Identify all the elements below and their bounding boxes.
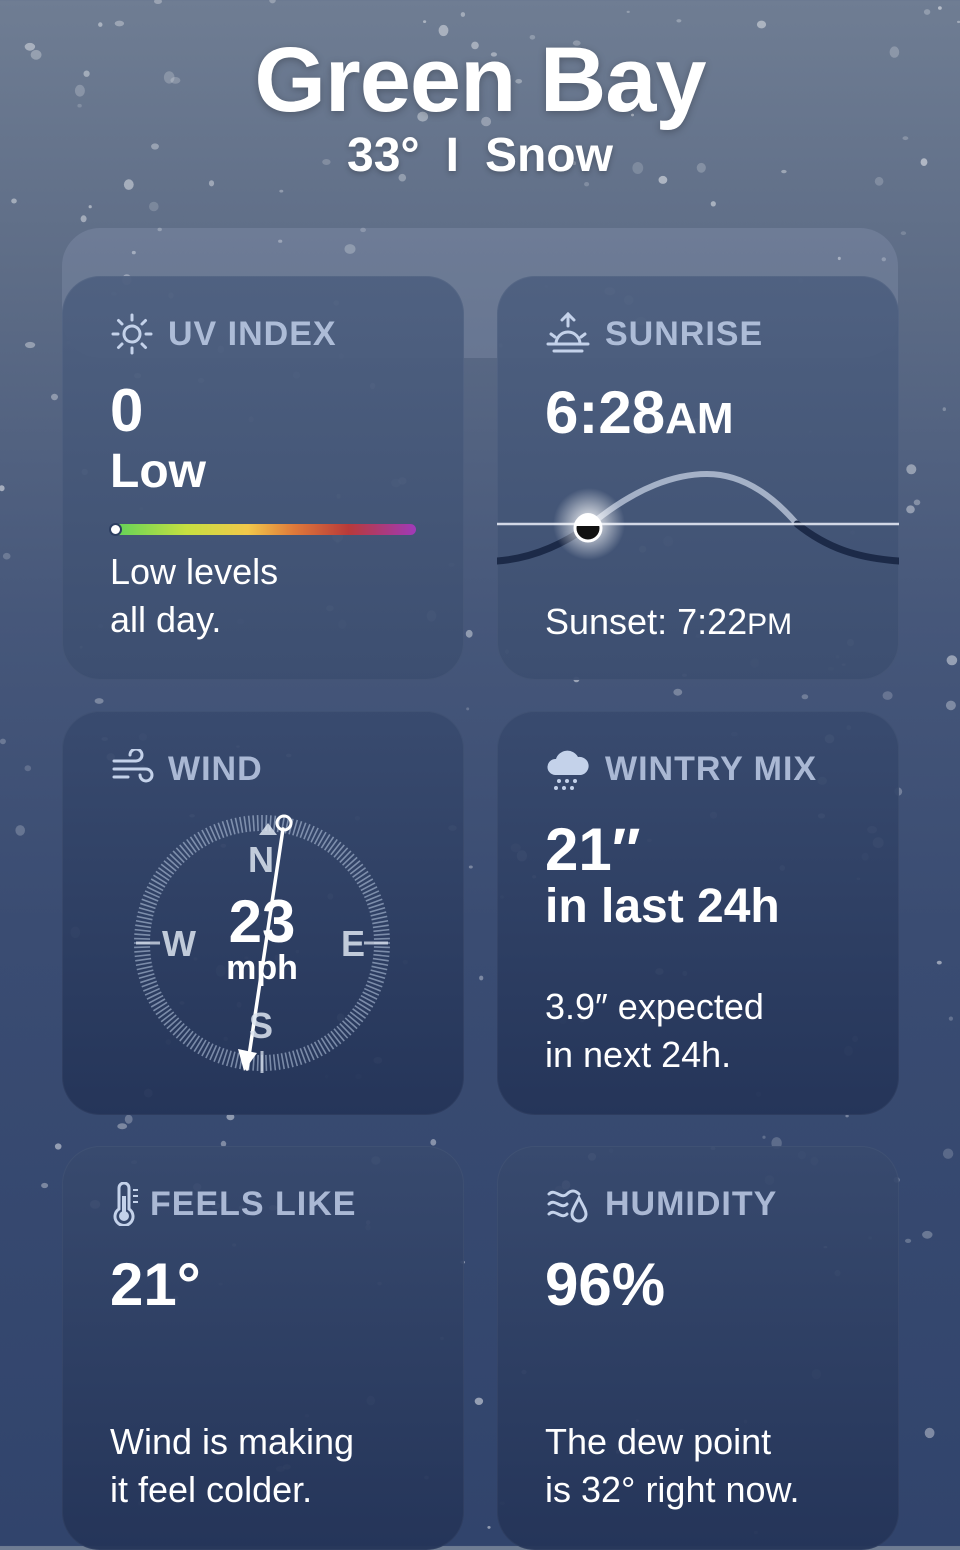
uv-index-card[interactable]: UV INDEX 0 Low Low levels all day. <box>62 276 464 680</box>
sunrise-time: 6:28AM <box>545 378 734 447</box>
compass-west: W <box>162 923 196 964</box>
wind-card[interactable]: WIND N S W E 23 mph <box>62 711 464 1115</box>
feels-like-note-1: Wind is making <box>110 1421 355 1462</box>
sun-icon <box>111 313 153 355</box>
compass-south: S <box>249 1005 274 1046</box>
wind-icon <box>112 749 154 783</box>
separator: I <box>445 129 459 182</box>
feels-like-note-2: it feel colder. <box>110 1469 313 1510</box>
compass-east: E <box>341 923 366 964</box>
wintry-mix-note-1: 3.9″ expected <box>545 986 764 1027</box>
humidity-icon <box>547 1189 588 1223</box>
wintry-mix-amount: 21″ <box>545 816 641 883</box>
condition-text: Snow <box>484 129 613 182</box>
uv-index-value: 0 <box>110 377 144 444</box>
thermometer-icon <box>113 1182 138 1226</box>
wintry-mix-header: WINTRY MIX <box>545 749 818 790</box>
compass-north: N <box>248 839 274 880</box>
humidity-title: HUMIDITY <box>605 1184 778 1223</box>
feels-like-title: FEELS LIKE <box>150 1184 357 1223</box>
wintry-mix-period: in last 24h <box>545 880 780 933</box>
uv-scale-bar <box>110 524 416 535</box>
sun-path-graph <box>497 470 899 565</box>
sunset-label: Sunset: 7:22 <box>545 601 748 642</box>
humidity-note-1: The dew point <box>545 1421 772 1462</box>
sunset-ampm: PM <box>747 608 793 641</box>
city-name: Green Bay <box>254 29 706 131</box>
wind-speed: 23 <box>228 888 296 955</box>
humidity-note-2: is 32° right now. <box>545 1469 800 1510</box>
uv-index-header: UV INDEX <box>110 313 337 355</box>
wind-header: WIND <box>110 749 263 789</box>
feels-like-value: 21° <box>110 1251 201 1318</box>
sunrise-time-value: 6:28 <box>545 379 666 446</box>
sunrise-ampm: AM <box>665 394 734 443</box>
wind-title: WIND <box>168 749 263 788</box>
sunset-time: Sunset: 7:22PM <box>545 598 792 649</box>
uv-index-note-2: all day. <box>110 599 222 640</box>
humidity-card[interactable]: HUMIDITY 96% The dew point is 32° right … <box>497 1146 899 1550</box>
feels-like-card[interactable]: FEELS LIKE 21° Wind is making it feel co… <box>62 1146 464 1550</box>
sunrise-title: SUNRISE <box>605 314 764 353</box>
wind-unit: mph <box>226 949 298 987</box>
wintry-mix-title: WINTRY MIX <box>605 749 818 788</box>
uv-level-marker <box>109 523 122 536</box>
uv-index-level: Low <box>110 445 206 498</box>
humidity-header: HUMIDITY <box>545 1184 777 1224</box>
wintry-mix-note-2: in next 24h. <box>545 1034 732 1075</box>
uv-index-note-1: Low levels <box>110 551 279 592</box>
uv-index-title: UV INDEX <box>168 314 337 353</box>
cloud-sleet-icon <box>547 750 589 790</box>
sunrise-icon <box>546 312 590 353</box>
humidity-value: 96% <box>545 1251 666 1318</box>
current-temperature: 33° <box>347 129 420 182</box>
sunrise-header: SUNRISE <box>545 312 764 354</box>
current-conditions: 33° I Snow <box>0 128 960 183</box>
wintry-mix-card[interactable]: WINTRY MIX 21″ in last 24h 3.9″ expected… <box>497 711 899 1115</box>
sunrise-card[interactable]: SUNRISE 6:28AM Sunset: 7:22PM <box>497 276 899 680</box>
feels-like-header: FEELS LIKE <box>110 1182 357 1226</box>
